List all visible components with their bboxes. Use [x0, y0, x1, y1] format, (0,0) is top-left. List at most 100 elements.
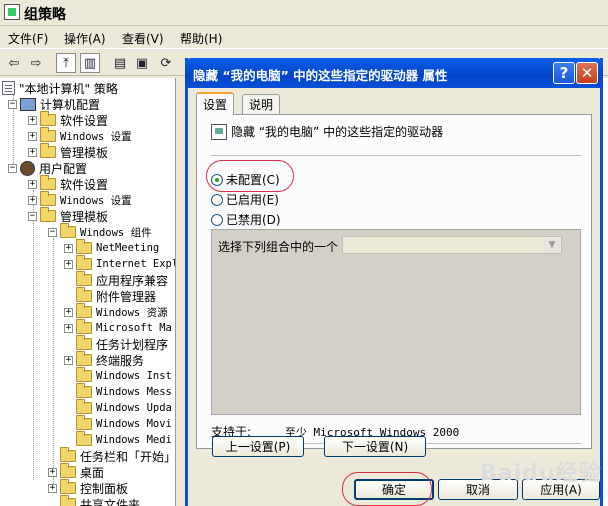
- drive-combo-select[interactable]: ▼: [342, 236, 562, 254]
- tab-settings[interactable]: 设置: [196, 92, 235, 115]
- tree-item[interactable]: + Windows 资源: [64, 303, 168, 320]
- tree-control-panel[interactable]: + 控制面板: [48, 479, 128, 496]
- folder-open-icon: [60, 223, 76, 238]
- folder-icon: [40, 143, 56, 158]
- expand-icon[interactable]: +: [28, 115, 37, 125]
- expand-icon[interactable]: +: [28, 179, 37, 189]
- tab-explain[interactable]: 说明: [242, 94, 281, 114]
- radio-enabled[interactable]: 已启用(E): [211, 191, 279, 208]
- tree-item[interactable]: + Internet Expl: [64, 255, 175, 272]
- folder-icon: [40, 127, 56, 142]
- show-tree-icon[interactable]: ▥: [80, 53, 100, 73]
- tree-user-software[interactable]: + 软件设置: [28, 175, 108, 192]
- policy-icon: [211, 123, 227, 140]
- folder-icon: [76, 335, 92, 350]
- expand-icon[interactable]: +: [28, 195, 37, 205]
- close-button[interactable]: ✕: [576, 62, 598, 84]
- folder-icon: [60, 479, 76, 494]
- tree-item[interactable]: 应用程序兼容: [64, 271, 168, 288]
- up-folder-icon[interactable]: ⤒: [56, 53, 76, 73]
- divider: [211, 155, 581, 156]
- combo-label: 选择下列组合中的一个: [218, 240, 339, 254]
- menu-file[interactable]: 文件(F): [8, 30, 48, 47]
- folder-icon: [76, 383, 92, 398]
- tree-computer-admin[interactable]: + 管理模板: [28, 143, 108, 160]
- expand-icon[interactable]: +: [64, 355, 73, 365]
- tree-user-admin[interactable]: − 管理模板: [28, 207, 108, 224]
- tree-computer-windows[interactable]: + Windows 设置: [28, 127, 132, 144]
- tree-shared-folders[interactable]: 共享文件夹: [48, 495, 140, 506]
- export-icon[interactable]: ▣: [132, 53, 152, 73]
- refresh-icon[interactable]: ⟳: [156, 53, 176, 73]
- folder-icon: [40, 175, 56, 190]
- tree-item[interactable]: Windows Mess: [64, 383, 172, 400]
- policy-name: 隐藏 “我的电脑” 中的这些指定的驱动器: [231, 125, 444, 139]
- tree-item[interactable]: + 终端服务: [64, 351, 144, 368]
- collapse-icon[interactable]: −: [8, 163, 17, 173]
- tree-item[interactable]: + Microsoft Ma: [64, 319, 172, 336]
- forward-arrow-icon[interactable]: ⇨: [26, 53, 46, 73]
- collapse-icon[interactable]: −: [48, 227, 57, 237]
- tree-item[interactable]: 附件管理器: [64, 287, 156, 304]
- expand-icon[interactable]: +: [48, 467, 57, 477]
- window-title: 组策略: [24, 7, 66, 23]
- collapse-icon[interactable]: −: [28, 211, 37, 221]
- previous-setting-button[interactable]: 上一设置(P): [212, 436, 304, 457]
- expand-icon[interactable]: +: [64, 243, 73, 253]
- folder-icon: [76, 287, 92, 302]
- tree-item[interactable]: 任务计划程序: [64, 335, 168, 352]
- folder-icon: [40, 111, 56, 126]
- folder-icon: [76, 351, 92, 366]
- tree-user-windows[interactable]: + Windows 设置: [28, 191, 132, 208]
- folder-icon: [40, 191, 56, 206]
- dialog-title: 隐藏 “我的电脑” 中的这些指定的驱动器 属性: [193, 68, 448, 83]
- window-titlebar: 组策略: [0, 0, 608, 26]
- tree-item[interactable]: + NetMeeting: [64, 239, 159, 256]
- chevron-down-icon[interactable]: ▼: [544, 238, 560, 252]
- menu-bar: 文件(F) 操作(A) 查看(V) 帮助(H): [0, 26, 608, 48]
- menu-action[interactable]: 操作(A): [64, 30, 106, 47]
- folder-icon: [76, 239, 92, 254]
- radio-disabled[interactable]: 已禁用(D): [211, 211, 281, 228]
- tree-windows-components[interactable]: − Windows 组件: [48, 223, 152, 240]
- menu-help[interactable]: 帮助(H): [180, 30, 222, 47]
- help-icon: ?: [559, 64, 569, 82]
- collapse-icon[interactable]: −: [8, 99, 17, 109]
- group-policy-app-icon: [4, 4, 20, 20]
- tree-user-config[interactable]: − 用户配置: [8, 160, 87, 176]
- tree-computer-software[interactable]: + 软件设置: [28, 111, 108, 128]
- menu-view[interactable]: 查看(V): [122, 30, 164, 47]
- folder-icon: [76, 431, 92, 446]
- folder-icon: [76, 367, 92, 382]
- folder-icon: [76, 319, 92, 334]
- tree-item[interactable]: Windows Medi: [64, 431, 172, 448]
- dialog-titlebar: 隐藏 “我的电脑” 中的这些指定的驱动器 属性 ? ✕: [185, 58, 603, 88]
- computer-icon: [20, 97, 36, 111]
- tree-desktop[interactable]: + 桌面: [48, 463, 104, 480]
- tree-computer-config[interactable]: − 计算机配置: [8, 96, 100, 112]
- expand-icon[interactable]: +: [28, 131, 37, 141]
- expand-icon[interactable]: +: [28, 147, 37, 157]
- tree-item[interactable]: Windows Upda: [64, 399, 172, 416]
- help-button[interactable]: ?: [553, 62, 575, 84]
- expand-icon[interactable]: +: [48, 483, 57, 493]
- policy-tree: "本地计算机" 策略 − 计算机配置 + 软件设置 + Windows 设置 +…: [0, 78, 176, 506]
- tree-item[interactable]: Windows Movi: [64, 415, 172, 432]
- tree-root[interactable]: "本地计算机" 策略: [2, 80, 118, 96]
- expand-icon[interactable]: +: [64, 259, 73, 269]
- tree-taskbar[interactable]: 任务栏和「开始」: [48, 447, 175, 464]
- folder-icon: [76, 271, 92, 286]
- folder-icon: [76, 399, 92, 414]
- next-setting-button[interactable]: 下一设置(N): [324, 436, 426, 457]
- highlight-not-configured: [206, 160, 294, 192]
- tree-item[interactable]: Windows Inst: [64, 367, 172, 384]
- expand-icon[interactable]: +: [64, 307, 73, 317]
- folder-icon: [60, 495, 76, 506]
- expand-icon[interactable]: +: [64, 323, 73, 333]
- back-arrow-icon[interactable]: ⇦: [4, 53, 24, 73]
- radio-icon[interactable]: [211, 193, 223, 206]
- folder-icon: [60, 463, 76, 478]
- options-box: 选择下列组合中的一个 ▼: [211, 229, 581, 415]
- properties-icon[interactable]: ▤: [110, 53, 130, 73]
- radio-icon[interactable]: [211, 213, 223, 226]
